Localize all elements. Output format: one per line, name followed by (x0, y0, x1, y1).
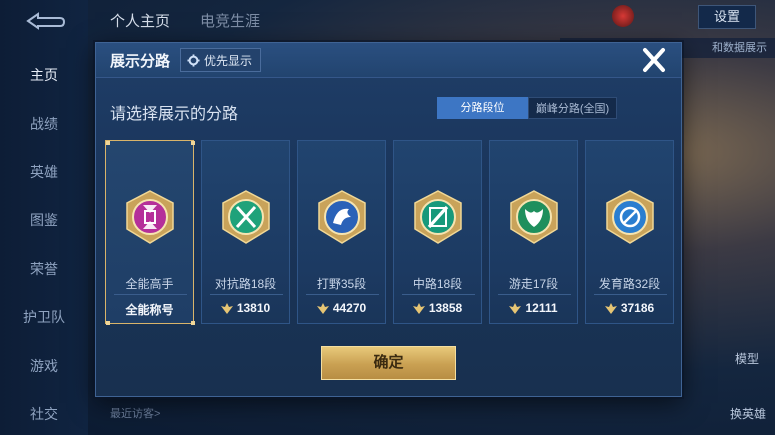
back-arrow-icon[interactable] (22, 10, 68, 32)
lane-card-divider (594, 294, 667, 295)
segment-lane-rank[interactable]: 分路段位 (437, 97, 528, 119)
roam-emblem-icon (510, 190, 558, 244)
segment-peak-lane[interactable]: 巅峰分路(全国) (528, 97, 617, 119)
lane-card[interactable]: 全能高手 全能称号 (105, 140, 195, 325)
dialog-subtitle: 请选择展示的分路 (110, 106, 239, 123)
combat-power-icon (220, 302, 233, 314)
lane-card-name: 对抗路18段 (214, 277, 277, 291)
lane-card-name: 全能高手 (125, 277, 174, 291)
lane-card-score: 12111 (490, 301, 577, 315)
tab-esports[interactable]: 电竞生涯 (200, 10, 260, 31)
lane-card-score: 13810 (202, 301, 289, 315)
mid-lane-emblem-icon (414, 190, 462, 244)
selection-corner (191, 141, 195, 145)
lane-card-divider (402, 294, 475, 295)
combat-power-icon (604, 302, 617, 314)
lane-card-score-value: 12111 (525, 301, 558, 315)
lane-card-score: 全能称号 (106, 301, 193, 318)
lane-card-divider (114, 294, 187, 295)
nav-item-home[interactable]: 主页 (0, 65, 88, 85)
lane-card-divider (306, 294, 379, 295)
jungle-emblem-icon (318, 190, 366, 244)
lane-card-name: 中路18段 (412, 277, 463, 291)
dialog-title: 展示分路 (110, 53, 171, 70)
priority-display-button[interactable]: 优先显示 (180, 48, 262, 72)
lane-card-score: 37186 (586, 301, 673, 315)
lane-card-divider (210, 294, 283, 295)
combat-power-icon (509, 302, 522, 314)
all-round-emblem-icon (126, 190, 174, 244)
close-icon[interactable] (639, 46, 669, 74)
nav-item-honor[interactable]: 荣誉 (0, 259, 88, 279)
lane-card-score-value: 13810 (236, 301, 271, 315)
lane-card[interactable]: 打野35段 44270 (297, 140, 386, 324)
lane-card-score-value: 37186 (620, 301, 655, 315)
switch-hero-label[interactable]: 换英雄 (730, 405, 766, 422)
dialog-header: 展示分路 优先显示 (96, 43, 681, 78)
lane-card-name: 打野35段 (316, 277, 367, 291)
lane-card[interactable]: 游走17段 12111 (489, 140, 578, 324)
lane-card-score: 13858 (394, 301, 481, 315)
gear-icon (187, 53, 200, 67)
display-lane-dialog: 展示分路 优先显示 请选择展示的分路 分路段位 巅峰分路(全国) 全能高手全能称… (95, 42, 682, 397)
lane-card-score: 44270 (298, 301, 385, 315)
lane-card-score-value: 全能称号 (125, 303, 174, 317)
left-nav: 主页 战绩 英雄 图鉴 荣誉 护卫队 游戏 社交 (0, 0, 88, 435)
settings-button[interactable]: 设置 (698, 5, 756, 29)
combat-power-icon (316, 302, 329, 314)
lane-card[interactable]: 中路18段 13858 (393, 140, 482, 324)
clash-lane-emblem-icon (222, 190, 270, 244)
nav-item-games[interactable]: 游戏 (0, 356, 88, 376)
lane-card-score-value: 13858 (428, 301, 463, 315)
selection-corner (106, 321, 110, 325)
confirm-button[interactable]: 确定 (321, 346, 456, 380)
combat-power-icon (412, 302, 425, 314)
lane-card-name: 发育路32段 (598, 277, 661, 291)
lane-card-name: 游走17段 (508, 277, 559, 291)
tab-profile[interactable]: 个人主页 (110, 10, 170, 31)
nav-item-guard[interactable]: 护卫队 (0, 307, 88, 327)
lane-card-score-value: 44270 (332, 301, 367, 315)
model-label[interactable]: 模型 (735, 350, 759, 367)
lane-card-list: 全能高手 全能称号 对抗路18段 13810 打野35段 44270 中路18段 13858 游… (105, 140, 675, 325)
recent-visitors-label[interactable]: 最近访客> (110, 405, 160, 421)
selection-corner (191, 321, 195, 325)
nav-item-record[interactable]: 战绩 (0, 114, 88, 134)
lane-card[interactable]: 发育路32段 37186 (585, 140, 674, 324)
nav-item-social[interactable]: 社交 (0, 404, 88, 424)
top-tabs: 个人主页 电竞生涯 (110, 10, 260, 31)
nav-item-codex[interactable]: 图鉴 (0, 210, 88, 230)
farm-lane-emblem-icon (606, 190, 654, 244)
lane-card-divider (498, 294, 571, 295)
nav-item-heroes[interactable]: 英雄 (0, 162, 88, 182)
selection-corner (106, 141, 110, 145)
segment-toggle: 分路段位 巅峰分路(全国) (437, 97, 617, 119)
lane-card[interactable]: 对抗路18段 13810 (201, 140, 290, 324)
avatar[interactable] (612, 5, 634, 27)
priority-display-label: 优先显示 (204, 53, 253, 68)
